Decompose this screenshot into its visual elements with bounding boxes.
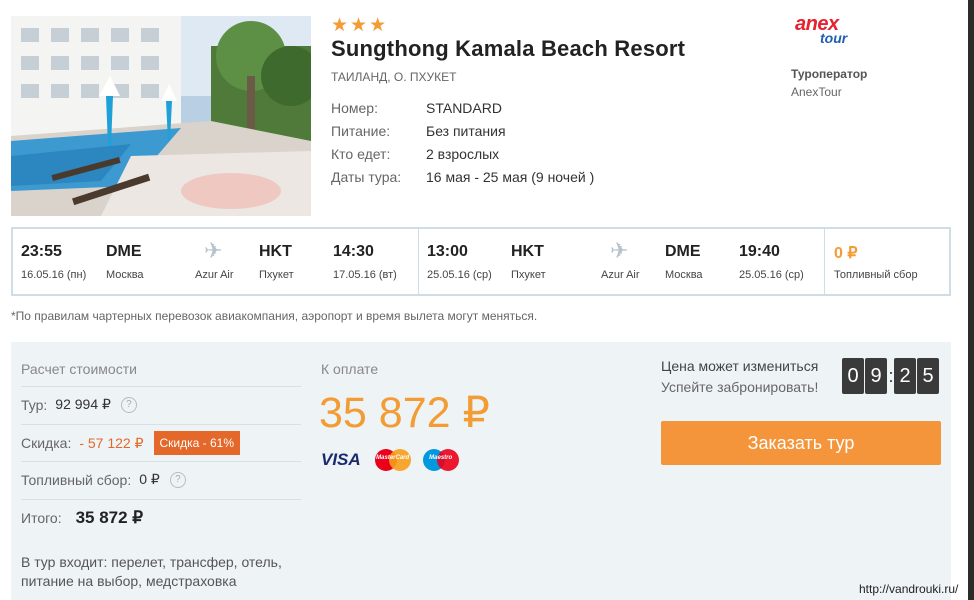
outbound-arrival-time: 14:30 (333, 243, 374, 260)
detail-label: Питание: (331, 123, 391, 139)
divider (21, 424, 301, 425)
mastercard-text: MasterCard (376, 455, 410, 461)
tour-price-value: 92 994 ₽ (55, 396, 111, 412)
return-departure-date: 25.05.16 (ср) (427, 269, 492, 281)
divider (21, 461, 301, 462)
visa-icon: VISA (321, 450, 361, 469)
outbound-arrival-date: 17.05.16 (вт) (333, 269, 397, 281)
detail-value: 2 взрослых (426, 146, 500, 162)
detail-row-room: Номер: STANDARD (331, 100, 594, 123)
operator-logo[interactable]: anex tour (795, 14, 847, 45)
help-icon[interactable]: ? (169, 471, 186, 488)
divider (21, 386, 301, 387)
discount-row: Скидка: - 57 122 ₽ Скидка - 61% (21, 431, 241, 455)
outbound-departure-code: DME (106, 243, 142, 260)
help-icon[interactable]: ? (120, 396, 137, 413)
timer-digit: 0 (842, 358, 864, 394)
discount-label: Скидка: (21, 435, 72, 451)
maestro-icon: Maestro (422, 449, 459, 471)
airplane-icon: ✈ (204, 238, 223, 263)
outbound-departure-date: 16.05.16 (пн) (21, 269, 87, 281)
charter-note: *По правилам чартерных перевозок авиаком… (11, 309, 538, 323)
return-arrival-date: 25.05.16 (ср) (739, 269, 804, 281)
price-panel: Расчет стоимости Тур: 92 994 ₽ ? Скидка:… (11, 342, 951, 600)
detail-label: Номер: (331, 100, 378, 116)
tour-details: Номер: STANDARD Питание: Без питания Кто… (331, 100, 594, 192)
fuel-value: 0 ₽ (139, 471, 160, 487)
detail-row-dates: Даты тура: 16 мая - 25 мая (9 ночей ) (331, 169, 594, 192)
return-departure-city: Пхукет (511, 269, 546, 281)
fuel-surcharge-value: 0 ₽ (834, 245, 858, 262)
hotel-name[interactable]: Sungthong Kamala Beach Resort (331, 36, 685, 62)
detail-label: Даты тура: (331, 169, 402, 185)
hotel-photo[interactable] (11, 16, 311, 216)
price-change-warning: Цена может измениться (661, 358, 819, 374)
discount-value: - 57 122 ₽ (79, 434, 144, 451)
return-departure-code: HKT (511, 243, 544, 260)
timer-digit: 5 (917, 358, 939, 394)
flights-bar: 23:55 16.05.16 (пн) DME Москва ✈ Azur Ai… (11, 227, 951, 296)
tour-price-row: Тур: 92 994 ₽ ? (21, 396, 137, 413)
payment-cards: VISA MasterCard Maestro (321, 449, 471, 471)
fuel-surcharge-label: Топливный сбор (834, 269, 918, 281)
outbound-airline: Azur Air (195, 269, 234, 281)
return-airline: Azur Air (601, 269, 640, 281)
discount-badge: Скидка - 61% (153, 431, 241, 455)
maestro-text: Maestro (429, 455, 453, 461)
outbound-arrival-city: Пхукет (259, 269, 294, 281)
price-calculation-title: Расчет стоимости (21, 361, 137, 377)
divider (21, 499, 301, 500)
return-departure-time: 13:00 (427, 243, 468, 260)
outbound-departure-time: 23:55 (21, 243, 62, 260)
window-edge (968, 0, 974, 600)
fuel-label: Топливный сбор: (21, 471, 132, 488)
detail-value: Без питания (426, 123, 506, 139)
return-arrival-time: 19:40 (739, 243, 780, 260)
airplane-icon: ✈ (610, 238, 629, 263)
logo-text-tour: tour (820, 30, 848, 46)
timer-digit: 2 (894, 358, 916, 394)
outbound-departure-city: Москва (106, 269, 144, 281)
detail-value: 16 мая - 25 мая (9 ночей ) (426, 169, 595, 185)
countdown-timer: 0 9 : 2 5 (842, 358, 940, 394)
fuel-row: Топливный сбор: 0 ₽ ? (21, 471, 186, 488)
tour-includes: В тур входит: перелет, трансфер, отель, … (21, 554, 282, 589)
detail-row-guests: Кто едет: 2 взрослых (331, 146, 594, 169)
operator-label: Туроператор (791, 67, 868, 81)
operator-name: AnexTour (791, 85, 842, 99)
return-arrival-city: Москва (665, 269, 703, 281)
outbound-arrival-code: HKT (259, 243, 292, 260)
timer-digit: 9 (865, 358, 887, 394)
return-arrival-code: DME (665, 243, 701, 260)
detail-value: STANDARD (426, 100, 502, 116)
tour-price-label: Тур: (21, 396, 48, 413)
flight-divider (418, 229, 419, 294)
detail-row-meals: Питание: Без питания (331, 123, 594, 146)
watermark: http://vandrouki.ru/ (859, 582, 959, 596)
hotel-location: ТАИЛАНД, О. ПХУКЕТ (331, 70, 457, 84)
total-label: Итого: (21, 510, 62, 526)
detail-label: Кто едет: (331, 146, 391, 162)
total-value: 35 872 ₽ (75, 508, 144, 527)
hotel-stars: ★★★ (331, 15, 389, 36)
order-tour-button[interactable]: Заказать тур (661, 421, 941, 465)
pay-amount: 35 872 ₽ (319, 389, 490, 437)
total-row: Итого: 35 872 ₽ (21, 508, 143, 528)
mastercard-icon: MasterCard (374, 449, 411, 471)
hurry-text: Успейте забронировать! (661, 379, 819, 395)
flight-divider (824, 229, 825, 294)
pay-label: К оплате (321, 361, 379, 377)
